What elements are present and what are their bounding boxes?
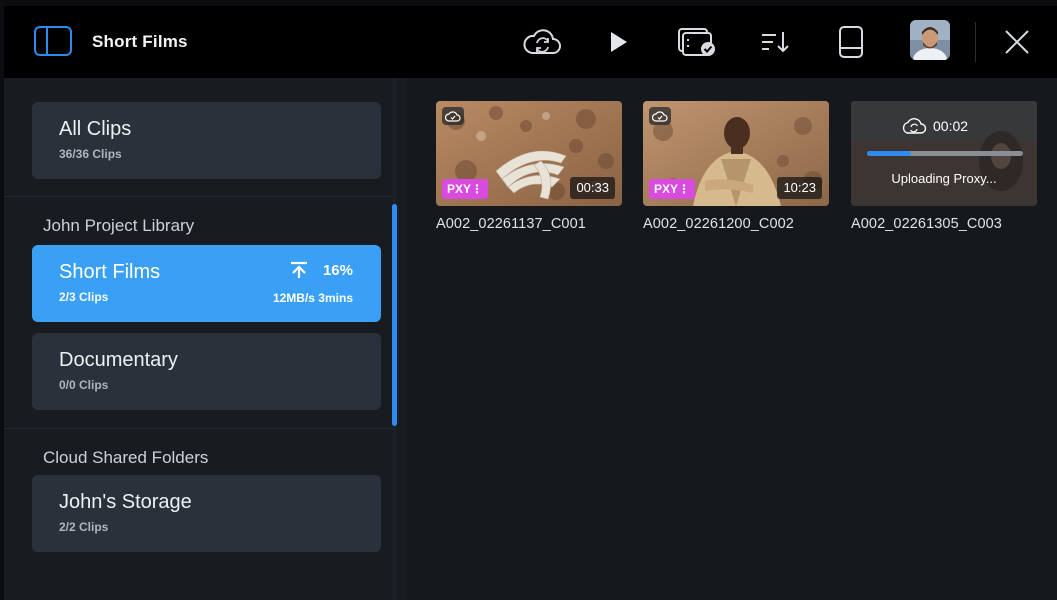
- clip-thumbnail[interactable]: PXY⋮ 10:23: [643, 101, 829, 206]
- clip-duration: 00:33: [570, 177, 615, 199]
- sidebar-item-johns-storage[interactable]: John's Storage 2/2 Clips: [32, 475, 381, 552]
- upload-timer: 00:02: [901, 117, 968, 135]
- toolbar-divider: [975, 22, 976, 62]
- upload-status: 16%: [289, 261, 353, 279]
- sort-icon[interactable]: [758, 24, 792, 60]
- play-icon[interactable]: [608, 24, 630, 60]
- clip-grid: PXY⋮ 00:33 A002_02261137_C001 PXY⋮ 10:23…: [407, 78, 1057, 600]
- page-title: Short Films: [92, 32, 188, 51]
- clip-item[interactable]: PXY⋮ 00:33 A002_02261137_C001: [436, 101, 622, 232]
- close-icon[interactable]: [1002, 24, 1032, 60]
- cloud-sync-icon[interactable]: [522, 24, 562, 60]
- folder-name: John's Storage: [59, 491, 192, 513]
- upload-elapsed: 00:02: [933, 118, 969, 134]
- section-title-project-library: John Project Library: [43, 216, 195, 235]
- upload-progress-fill: [867, 151, 911, 156]
- scrollbar-thumb[interactable]: [392, 204, 397, 426]
- avatar[interactable]: [910, 20, 950, 60]
- cloud-synced-icon: [649, 107, 671, 125]
- clip-name: A002_02261137_C001: [436, 216, 586, 232]
- clip-duration: 10:23: [777, 177, 822, 199]
- sidebar-item-short-films[interactable]: Short Films 2/3 Clips 16% 12MB/s 3mins: [32, 245, 381, 322]
- proxy-badge: PXY⋮: [442, 179, 489, 199]
- media-check-icon[interactable]: [674, 24, 720, 60]
- all-clips-label: All Clips: [59, 118, 132, 140]
- clip-item[interactable]: 00:02 Uploading Proxy... A002_02261305_C…: [851, 101, 1037, 232]
- app-window: Short Films All Clips 36/36 Clips John P…: [4, 6, 1057, 600]
- upload-percent: 16%: [322, 261, 353, 279]
- storage-icon[interactable]: [836, 24, 866, 60]
- upload-speed: 12MB/s 3mins: [272, 291, 353, 305]
- clip-thumbnail[interactable]: PXY⋮ 00:33: [436, 101, 622, 206]
- sidebar-item-documentary[interactable]: Documentary 0/0 Clips: [32, 333, 381, 410]
- sidebar-toggle-icon[interactable]: [34, 26, 72, 56]
- all-clips-item[interactable]: All Clips 36/36 Clips: [32, 102, 381, 179]
- clip-thumbnail[interactable]: 00:02 Uploading Proxy...: [851, 101, 1037, 206]
- divider: [4, 428, 392, 429]
- upload-icon: [290, 261, 307, 278]
- cloud-synced-icon: [442, 107, 464, 125]
- divider: [4, 196, 392, 197]
- cloud-sync-icon: [902, 118, 927, 134]
- clip-name: A002_02261305_C003: [851, 216, 1002, 232]
- clip-item[interactable]: PXY⋮ 10:23 A002_02261200_C002: [643, 101, 829, 232]
- project-count: 0/0 Clips: [59, 378, 109, 392]
- project-name: Documentary: [59, 349, 178, 371]
- section-title-cloud-folders: Cloud Shared Folders: [43, 448, 209, 467]
- folder-count: 2/2 Clips: [59, 520, 109, 534]
- all-clips-count: 36/36 Clips: [59, 147, 122, 161]
- sidebar: All Clips 36/36 Clips John Project Libra…: [4, 78, 407, 600]
- clip-name: A002_02261200_C002: [643, 216, 794, 232]
- proxy-badge: PXY⋮: [649, 179, 696, 199]
- top-bar: Short Films: [4, 6, 1057, 78]
- upload-status-label: Uploading Proxy...: [891, 171, 997, 186]
